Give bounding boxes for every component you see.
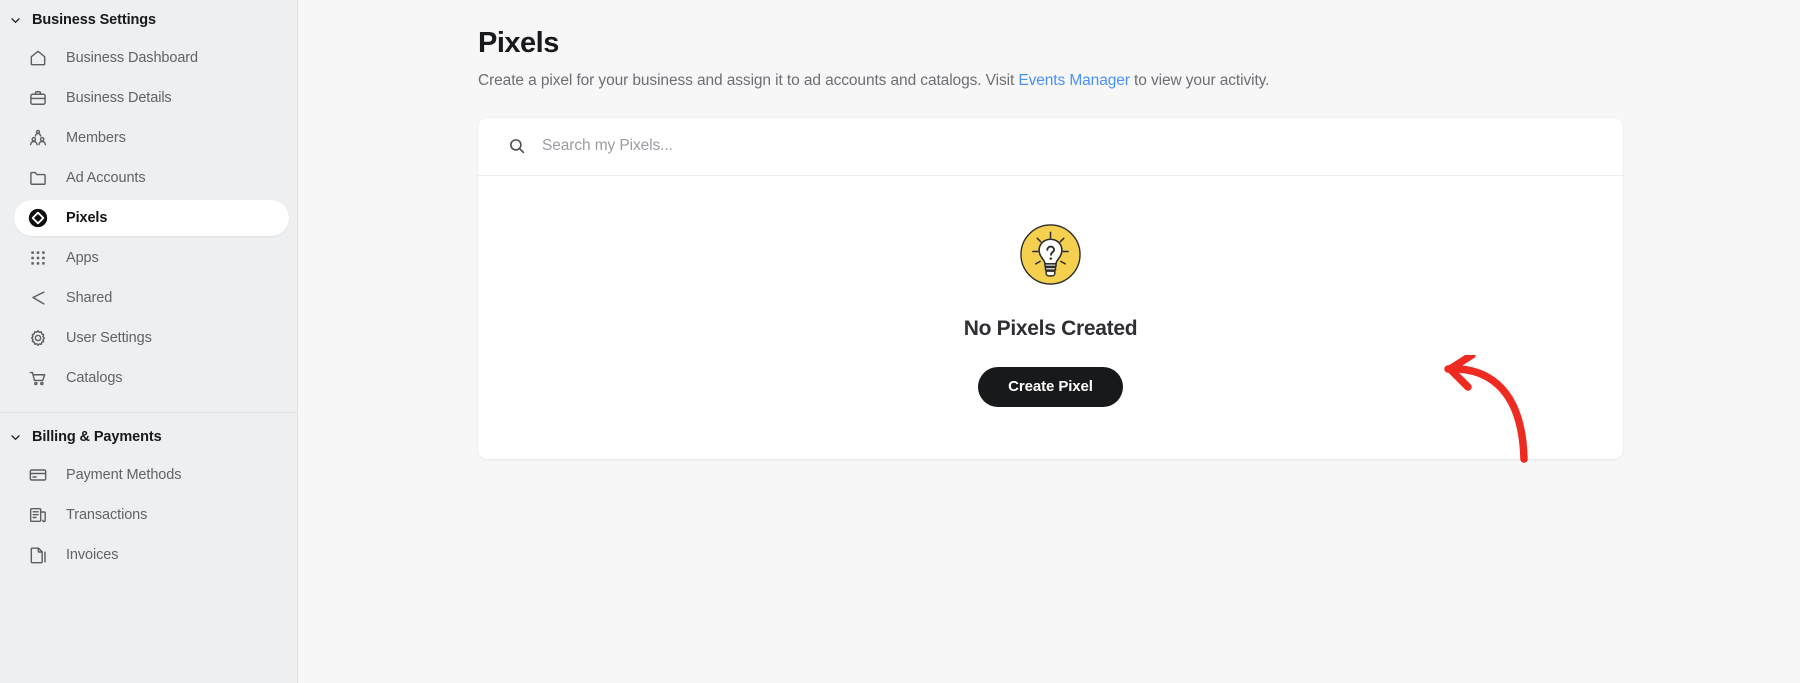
sidebar-item-label: Payment Methods [66, 467, 182, 483]
briefcase-icon [28, 88, 48, 108]
search-input[interactable] [542, 137, 1593, 156]
lightbulb-question-icon [1019, 223, 1082, 286]
sidebar-section: Billing & Payments Payment Methods Transac… [0, 421, 297, 573]
invoice-icon [28, 545, 48, 565]
sidebar-item-label: User Settings [66, 330, 152, 346]
sidebar-section-title: Billing & Payments [32, 429, 162, 445]
sidebar-item-label: Business Details [66, 90, 172, 106]
sidebar-item-payment-methods[interactable]: Payment Methods [14, 457, 289, 493]
sidebar-item-user-settings[interactable]: User Settings [14, 320, 289, 356]
search-bar[interactable] [478, 118, 1623, 176]
gear-icon [28, 328, 48, 348]
home-icon [28, 48, 48, 68]
sidebar-item-pixels[interactable]: Pixels [14, 200, 289, 236]
sidebar-item-business-dashboard[interactable]: Business Dashboard [14, 40, 289, 76]
search-icon [508, 137, 526, 155]
page-subtitle-text-after: to view your activity. [1129, 71, 1270, 89]
sidebar-sections: Business Settings Business Dashboard Busin… [0, 4, 297, 573]
pixel-diamond-icon [28, 208, 48, 228]
create-pixel-button[interactable]: Create Pixel [978, 366, 1123, 407]
credit-card-icon [28, 465, 48, 485]
sidebar: Business Settings Business Dashboard Busin… [0, 0, 298, 683]
shopping-cart-icon [28, 368, 48, 388]
sidebar-item-label: Apps [66, 250, 99, 266]
sidebar-section: Business Settings Business Dashboard Busin… [0, 4, 297, 396]
page-header: Pixels Create a pixel for your business … [298, 27, 1800, 90]
chevron-down-icon[interactable] [8, 430, 22, 444]
members-icon [28, 128, 48, 148]
sidebar-item-business-details[interactable]: Business Details [14, 80, 289, 116]
empty-state: No Pixels Created Create Pixel [478, 176, 1623, 459]
share-icon [28, 288, 48, 308]
sidebar-item-ad-accounts[interactable]: Ad Accounts [14, 160, 289, 196]
sidebar-item-label: Invoices [66, 547, 119, 563]
events-manager-link[interactable]: Events Manager [1018, 72, 1130, 89]
sidebar-item-label: Shared [66, 290, 113, 306]
sidebar-item-label: Transactions [66, 507, 148, 523]
sidebar-item-label: Ad Accounts [66, 170, 146, 186]
sidebar-item-invoices[interactable]: Invoices [14, 537, 289, 573]
page-title: Pixels [478, 27, 559, 59]
sidebar-item-label: Members [66, 130, 126, 146]
folder-icon [28, 168, 48, 188]
page-subtitle: Create a pixel for your business and ass… [478, 72, 1800, 90]
sidebar-item-label: Business Dashboard [66, 50, 198, 66]
empty-state-title: No Pixels Created [963, 316, 1138, 340]
sidebar-section-title: Business Settings [32, 12, 156, 28]
sidebar-item-catalogs[interactable]: Catalogs [14, 360, 289, 396]
main-content: Pixels Create a pixel for your business … [298, 0, 1800, 683]
chevron-down-icon[interactable] [8, 13, 22, 27]
sidebar-item-members[interactable]: Members [14, 120, 289, 156]
sidebar-section-header[interactable]: Business Settings [0, 4, 297, 36]
sidebar-divider [0, 412, 297, 413]
transactions-icon [28, 505, 48, 525]
sidebar-item-transactions[interactable]: Transactions [14, 497, 289, 533]
sidebar-section-header[interactable]: Billing & Payments [0, 421, 297, 453]
sidebar-item-shared[interactable]: Shared [14, 280, 289, 316]
sidebar-item-label: Pixels [66, 210, 108, 226]
sidebar-item-apps[interactable]: Apps [14, 240, 289, 276]
page-subtitle-text-before: Create a pixel for your business and ass… [478, 71, 1019, 89]
pixels-card: No Pixels Created Create Pixel [478, 117, 1623, 459]
grid-apps-icon [28, 248, 48, 268]
sidebar-item-label: Catalogs [66, 370, 123, 386]
